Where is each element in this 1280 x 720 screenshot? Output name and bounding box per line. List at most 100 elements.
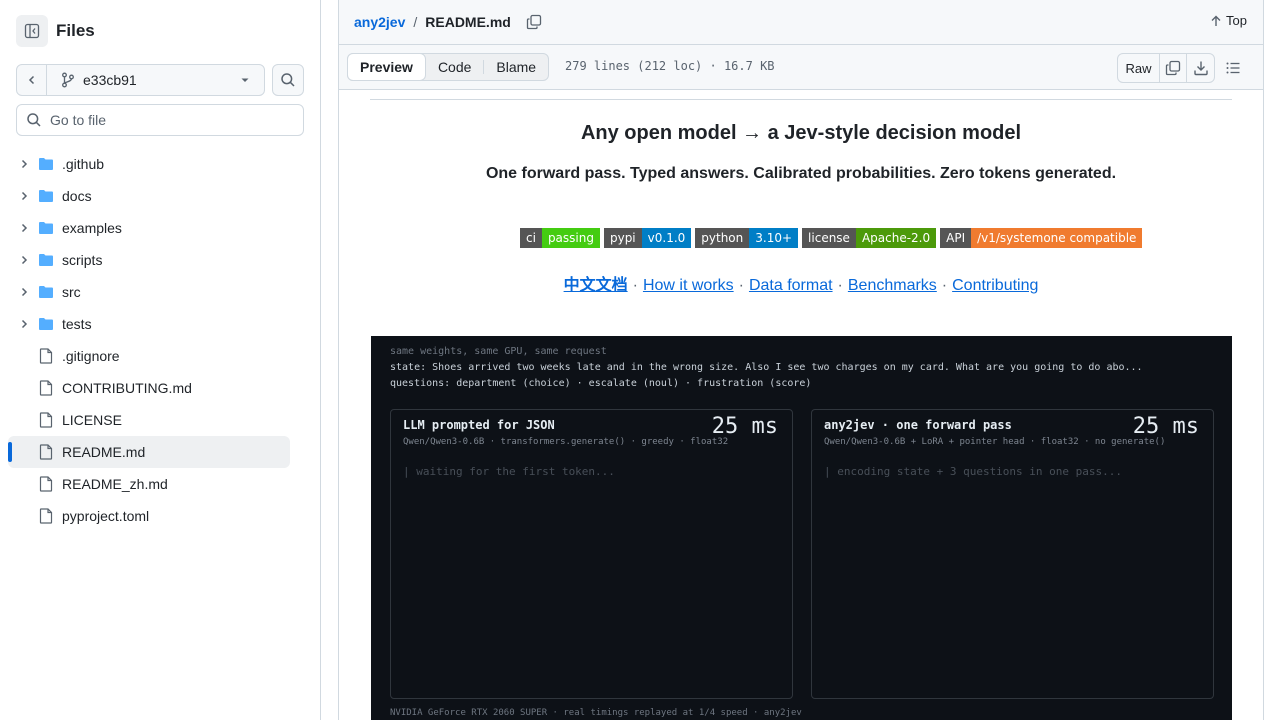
demo-animation-image: same weights, same GPU, same request sta…: [371, 336, 1232, 720]
tree-folder[interactable]: scripts: [8, 244, 290, 276]
search-icon: [27, 113, 41, 127]
tree-item-label: tests: [62, 316, 92, 332]
tree-item-label: CONTRIBUTING.md: [62, 380, 192, 396]
badge-row: ci passing pypi v0.1.0 python 3.10+ license Apa…: [520, 228, 1146, 248]
tree-icon: [38, 476, 54, 492]
link-how-it-works[interactable]: How it works: [643, 277, 734, 294]
tree-icon: [38, 252, 54, 268]
folder-icon: [39, 286, 53, 298]
back-button[interactable]: [17, 65, 47, 95]
tab-preview[interactable]: Preview: [347, 53, 426, 81]
file-toolbar: Preview Code Blame 279 lines (212 loc) ·…: [339, 45, 1263, 90]
demo-footer: NVIDIA GeForce RTX 2060 SUPER · real tim…: [390, 708, 802, 718]
badge-value: v0.1.0: [641, 228, 692, 248]
panel-subtitle: Qwen/Qwen3-0.6B + LoRA + pointer head · …: [824, 437, 1166, 447]
tab-blame[interactable]: Blame: [484, 54, 548, 80]
tree-item-label: .gitignore: [62, 348, 120, 364]
demo-questions-line: questions: department (choice) · escalat…: [390, 378, 812, 389]
tree-icon: [38, 220, 54, 236]
file-icon: [39, 444, 53, 460]
tree-file[interactable]: README_zh.md: [8, 468, 290, 500]
badge-label: python: [695, 228, 750, 248]
tree-folder[interactable]: src: [8, 276, 290, 308]
badge-python[interactable]: python 3.10+: [695, 228, 799, 248]
tree-folder[interactable]: examples: [8, 212, 290, 244]
sidebar-header: Files: [16, 15, 95, 47]
expand-chevron[interactable]: [16, 318, 32, 330]
tree-item-label: pyproject.toml: [62, 508, 150, 524]
outline-button[interactable]: [1222, 58, 1244, 78]
link-data-format[interactable]: Data format: [749, 277, 833, 294]
view-mode-tabs: Preview Code Blame: [347, 53, 550, 81]
tree-folder[interactable]: tests: [8, 308, 290, 340]
folder-icon: [39, 318, 53, 330]
badge-label: license: [802, 228, 856, 248]
top-button[interactable]: Top: [1210, 13, 1247, 28]
tree-file[interactable]: .gitignore: [8, 340, 290, 372]
badge-ci[interactable]: ci passing: [520, 228, 600, 248]
tree-icon: [38, 284, 54, 300]
collapse-sidebar-button[interactable]: [16, 15, 48, 47]
breadcrumb-file-name: README.md: [425, 14, 511, 30]
badge-value: /v1/systemone compatible: [971, 228, 1143, 248]
tree-file[interactable]: README.md: [8, 436, 290, 468]
link-separator: ·: [738, 277, 744, 294]
tree-file[interactable]: CONTRIBUTING.md: [8, 372, 290, 404]
file-stats: 279 lines (212 loc) · 16.7 KB: [565, 59, 775, 73]
copy-raw-button[interactable]: [1160, 54, 1187, 82]
tree-folder[interactable]: .github: [8, 148, 290, 180]
any2jev-panel: any2jev · one forward pass Qwen/Qwen3-0.…: [811, 409, 1214, 699]
file-icon: [39, 508, 53, 524]
branch-name: e33cb91: [83, 72, 137, 88]
link-separator: ·: [941, 277, 948, 294]
tree-item-label: examples: [62, 220, 122, 236]
panel-subtitle: Qwen/Qwen3-0.6B · transformers.generate(…: [403, 437, 729, 447]
sidebar-collapse-icon: [24, 23, 40, 39]
raw-button[interactable]: Raw: [1118, 54, 1160, 82]
breadcrumb-repo-link[interactable]: any2jev: [354, 14, 405, 30]
sidebar-title: Files: [56, 21, 95, 40]
top-label: Top: [1226, 13, 1247, 28]
link-contributing[interactable]: Contributing: [952, 277, 1038, 294]
badge-value: 3.10+: [749, 228, 799, 248]
go-to-file-input[interactable]: [50, 112, 290, 128]
badge-value: Apache-2.0: [855, 228, 937, 248]
copy-icon: [1165, 60, 1181, 76]
llm-json-panel: LLM prompted for JSON Qwen/Qwen3-0.6B · …: [390, 409, 793, 699]
expand-chevron[interactable]: [16, 158, 32, 170]
badge-license[interactable]: license Apache-2.0: [802, 228, 937, 248]
panel-status: | waiting for the first token...: [403, 465, 615, 478]
expand-chevron[interactable]: [16, 190, 32, 202]
search-icon: [281, 73, 295, 87]
expand-chevron[interactable]: [16, 222, 32, 234]
expand-chevron[interactable]: [16, 286, 32, 298]
go-to-file-field[interactable]: [16, 104, 304, 136]
tree-folder[interactable]: docs: [8, 180, 290, 212]
branch-selector[interactable]: e33cb91: [16, 64, 265, 96]
link-chinese-docs[interactable]: 中文文档: [564, 277, 628, 294]
badge-pypi[interactable]: pypi v0.1.0: [603, 228, 692, 248]
copy-path-button[interactable]: [524, 12, 544, 32]
expand-chevron[interactable]: [16, 254, 32, 266]
tree-item-label: src: [62, 284, 81, 300]
tree-file[interactable]: LICENSE: [8, 404, 290, 436]
search-button[interactable]: [272, 64, 304, 96]
tree-icon: [38, 508, 54, 524]
folder-icon: [39, 158, 53, 170]
tree-item-label: scripts: [62, 252, 103, 268]
tree-file[interactable]: pyproject.toml: [8, 500, 290, 532]
file-tree-sidebar: Files e33cb91 Go to file .github docs ex…: [0, 0, 321, 720]
tab-code[interactable]: Code: [426, 54, 483, 80]
panel-title: LLM prompted for JSON: [403, 418, 555, 432]
file-icon: [39, 348, 53, 364]
chevron-right-icon: [21, 287, 28, 297]
file-icon: [39, 412, 53, 428]
tree-item-label: LICENSE: [62, 412, 122, 428]
panel-status: | encoding state + 3 questions in one pa…: [824, 465, 1123, 478]
download-button[interactable]: [1187, 54, 1214, 82]
demo-state-line: state: Shoes arrived two weeks late and …: [390, 362, 1143, 373]
link-benchmarks[interactable]: Benchmarks: [848, 277, 937, 294]
tree-icon: [38, 188, 54, 204]
badge-api[interactable]: API/v1/systemone compatible: [940, 228, 1143, 248]
chevron-right-icon: [21, 255, 28, 265]
